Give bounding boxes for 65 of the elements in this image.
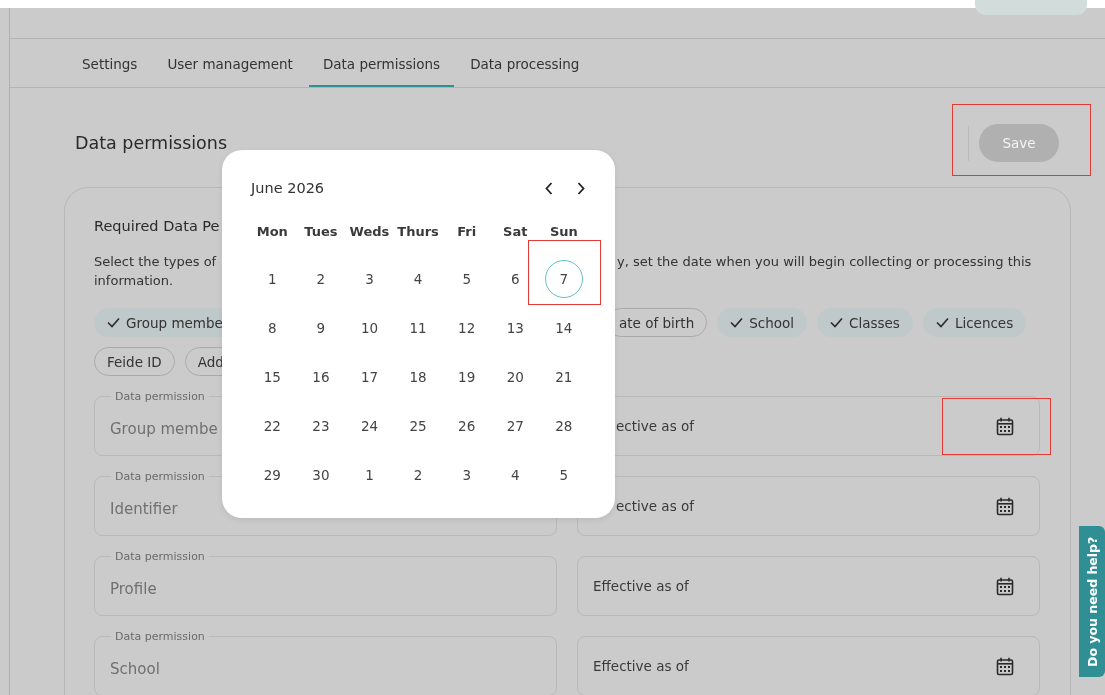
check-icon xyxy=(935,317,949,328)
description-text: Select the types of xyxy=(94,253,217,271)
help-tab[interactable]: Do you need help? xyxy=(1079,526,1105,677)
calendar-day[interactable]: 9 xyxy=(301,309,340,347)
calendar-day[interactable]: 24 xyxy=(350,407,389,445)
calendar-day[interactable]: 14 xyxy=(544,309,583,347)
calendar-day[interactable]: 4 xyxy=(496,456,535,494)
calendar-day[interactable]: 16 xyxy=(301,358,340,396)
weekday-label: Weds xyxy=(348,224,391,241)
weekday-label: Sat xyxy=(502,224,529,241)
calendar-day[interactable]: 22 xyxy=(253,407,292,445)
filter-chip[interactable]: School xyxy=(717,308,807,337)
tab[interactable]: Data processing xyxy=(456,39,594,87)
tab[interactable]: Settings xyxy=(68,39,152,87)
calendar-day[interactable]: 13 xyxy=(496,309,535,347)
weekday-label: Fri xyxy=(456,224,478,241)
calendar-day[interactable]: 2 xyxy=(399,456,438,494)
chevron-right-icon xyxy=(577,181,585,195)
weekday-label: Tues xyxy=(303,224,339,241)
weekday-label: Mon xyxy=(255,224,289,241)
calendar-day[interactable]: 3 xyxy=(447,456,486,494)
date-field[interactable]: ective as of xyxy=(577,476,1040,536)
calendar-day[interactable]: 27 xyxy=(496,407,535,445)
calendar-day[interactable]: 8 xyxy=(253,309,292,347)
calendar-day[interactable]: 21 xyxy=(544,358,583,396)
tab[interactable]: Data permissions xyxy=(308,39,455,87)
calendar-day[interactable]: 6 xyxy=(496,260,535,298)
date-field[interactable]: Effective as of xyxy=(577,556,1040,616)
calendar-day[interactable]: 5 xyxy=(447,260,486,298)
calendar-icon[interactable] xyxy=(996,576,1014,596)
calendar-day[interactable]: 18 xyxy=(399,358,438,396)
filter-chip[interactable]: Classes xyxy=(817,308,913,337)
page-title: Data permissions xyxy=(75,133,229,153)
description-text: information. xyxy=(94,272,174,290)
calendar-day[interactable]: 19 xyxy=(447,358,486,396)
calendar-day[interactable]: 1 xyxy=(350,456,389,494)
check-icon xyxy=(730,317,744,328)
filter-chip[interactable]: Licences xyxy=(922,308,1027,337)
calendar-icon[interactable] xyxy=(996,496,1014,516)
weekday-label: Thurs xyxy=(396,224,440,241)
calendar-day[interactable]: 2 xyxy=(301,260,340,298)
check-icon xyxy=(107,317,120,328)
calendar-day[interactable]: 23 xyxy=(301,407,340,445)
calendar-day[interactable]: 4 xyxy=(399,260,438,298)
description-text: y, set the date when you will begin collecting or processing this xyxy=(617,253,1032,271)
calendar-day[interactable]: 1 xyxy=(253,260,292,298)
calendar-day[interactable]: 29 xyxy=(253,456,292,494)
calendar-day[interactable]: 25 xyxy=(399,407,438,445)
calendar-icon[interactable] xyxy=(996,416,1014,436)
card-title: Required Data Pe xyxy=(94,218,220,234)
calendar-day[interactable]: 10 xyxy=(350,309,389,347)
check-icon xyxy=(830,317,843,328)
weekday-label: Sun xyxy=(548,224,579,241)
calendar-day[interactable]: 12 xyxy=(447,309,486,347)
month-label: June 2026 xyxy=(251,180,326,196)
calendar-day[interactable]: 15 xyxy=(253,358,292,396)
tab[interactable]: User management xyxy=(153,39,307,87)
calendar-day[interactable]: 30 xyxy=(301,456,340,494)
calendar-day[interactable]: 26 xyxy=(447,407,486,445)
chevron-left-icon xyxy=(545,181,553,195)
calendar-day[interactable]: 11 xyxy=(399,309,438,347)
calendar-day[interactable]: 20 xyxy=(496,358,535,396)
calendar-icon[interactable] xyxy=(996,656,1014,676)
calendar-day[interactable]: 17 xyxy=(350,358,389,396)
calendar-day[interactable]: 3 xyxy=(350,260,389,298)
